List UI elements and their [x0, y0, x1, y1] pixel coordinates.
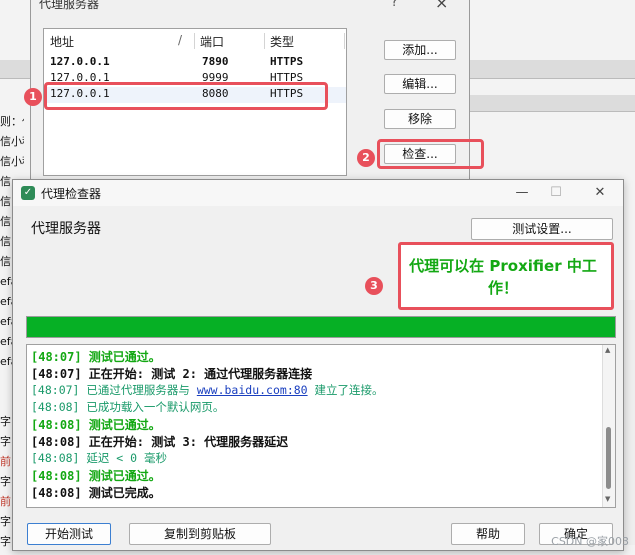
progress-fill: [27, 317, 615, 337]
add-button[interactable]: 添加...: [384, 40, 456, 60]
background-text-line: 信小程: [0, 155, 24, 168]
watermark: CSDN @家003: [551, 535, 629, 548]
log-line: [48:08] 测试已通过。: [31, 418, 161, 432]
column-separator: [194, 33, 195, 49]
edit-button[interactable]: 编辑...: [384, 74, 456, 94]
column-header-address[interactable]: 地址: [50, 33, 74, 50]
dialog-title: 代理服务器: [39, 0, 100, 11]
help-icon[interactable]: ?: [391, 0, 398, 10]
test-settings-button[interactable]: 测试设置...: [471, 218, 613, 240]
maximize-icon[interactable]: ☐: [543, 183, 569, 203]
background-toolbar-right-2: [468, 95, 635, 112]
background-toolbar-right: [468, 60, 635, 79]
row-port: 7890: [202, 55, 229, 68]
log-scrollbar[interactable]: ▲ ▼: [602, 345, 615, 507]
scroll-up-icon[interactable]: ▲: [605, 346, 610, 354]
highlight-box-row: [44, 82, 328, 110]
log-line: [48:07] 测试已通过。: [31, 350, 161, 364]
proxy-server-label: 代理服务器: [31, 221, 101, 237]
log-text: [48:07] 已通过代理服务器与: [31, 383, 197, 397]
remove-button[interactable]: 移除: [384, 109, 456, 129]
title-bar[interactable]: ✓ 代理检查器 — ☐ ✕: [13, 180, 623, 206]
start-test-button[interactable]: 开始测试: [27, 523, 111, 545]
row-address: 127.0.0.1: [50, 55, 110, 68]
proxy-checker-dialog: ✓ 代理检查器 — ☐ ✕ 代理服务器 测试设置... 代理可以在 Proxif…: [12, 179, 624, 551]
step-badge-2: 2: [357, 149, 375, 167]
row-type: HTTPS: [270, 55, 304, 68]
help-button[interactable]: 帮助: [451, 523, 525, 545]
log-line: [48:08] 测试已完成。: [31, 486, 161, 500]
step-badge-1: 1: [24, 88, 42, 106]
close-icon[interactable]: ×: [435, 0, 448, 12]
log-line: [48:08] 已成功载入一个默认网页。: [31, 400, 225, 414]
background-text-line: 信小程: [0, 135, 24, 148]
minimize-icon[interactable]: —: [509, 183, 535, 203]
column-header-port[interactable]: 端口: [200, 33, 224, 50]
log-line: [48:07] 正在开始: 测试 2: 通过代理服务器连接: [31, 367, 313, 381]
status-highlight-box: 代理可以在 Proxifier 中工作！: [398, 242, 614, 310]
dialog-title: 代理检查器: [41, 187, 102, 201]
sort-arrow-icon: /: [178, 33, 183, 47]
log-output[interactable]: [48:07] 测试已通过。 [48:07] 正在开始: 测试 2: 通过代理服…: [26, 344, 616, 508]
scroll-down-icon[interactable]: ▼: [605, 495, 610, 503]
log-line: [48:08] 延迟 < 0 毫秒: [31, 451, 168, 465]
proxifier-app-icon: ✓: [21, 186, 35, 200]
column-separator: [264, 33, 265, 49]
log-line: [48:08] 测试已通过。: [31, 469, 161, 483]
highlight-box-check: [377, 139, 484, 169]
step-badge-3: 3: [365, 277, 383, 295]
log-line: [48:08] 正在开始: 测试 3: 代理服务器延迟: [31, 435, 289, 449]
progress-bar: [26, 316, 616, 338]
proxy-row[interactable]: 127.0.0.1 7890 HTTPS: [44, 55, 346, 71]
background-text-line: 则：代: [0, 115, 24, 128]
column-header-type[interactable]: 类型: [270, 33, 294, 50]
scroll-thumb[interactable]: [606, 427, 611, 489]
column-separator: [344, 33, 345, 49]
close-icon[interactable]: ✕: [587, 183, 613, 203]
log-line: [48:07] 已通过代理服务器与 www.baidu.com:80 建立了连接…: [31, 382, 384, 398]
log-link[interactable]: www.baidu.com:80: [197, 383, 308, 397]
status-message: 代理可以在 Proxifier 中工作！: [409, 257, 597, 297]
log-text: 建立了连接。: [307, 383, 384, 397]
copy-to-clipboard-button[interactable]: 复制到剪贴板: [129, 523, 271, 545]
